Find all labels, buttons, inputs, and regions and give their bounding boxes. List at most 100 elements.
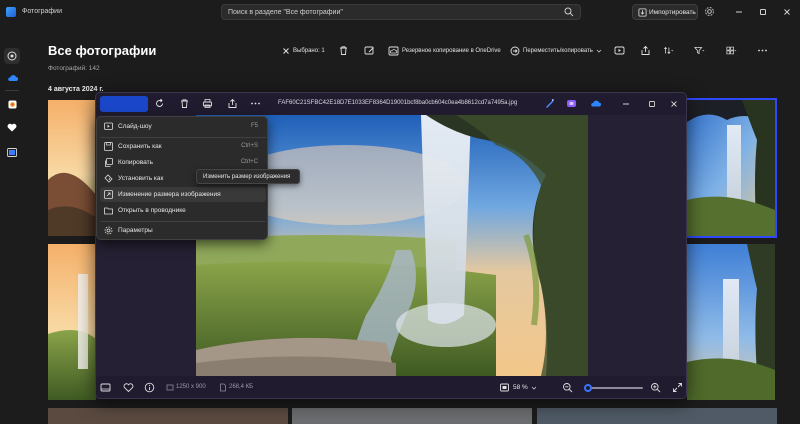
photo-thumbnail[interactable]	[292, 408, 532, 424]
nav-folders[interactable]	[4, 144, 20, 160]
gear-icon[interactable]	[704, 6, 715, 17]
zoom-value: 58 %	[513, 384, 528, 391]
maximize-icon	[649, 101, 655, 107]
save-as-icon	[104, 142, 113, 151]
photo-thumbnail[interactable]	[687, 244, 775, 400]
filmstrip-icon[interactable]	[100, 382, 111, 393]
zoom-level-dropdown[interactable]: 58 %	[513, 381, 547, 394]
menu-label: Параметры	[118, 227, 153, 234]
menu-item-slideshow[interactable]: Слайд-шоу F5	[100, 119, 266, 134]
chevron-down-icon	[596, 49, 602, 53]
photo-thumbnail[interactable]	[537, 408, 777, 424]
rotate-icon[interactable]	[154, 98, 165, 109]
nav-onedrive[interactable]	[4, 70, 20, 86]
menu-label: Сохранить как	[118, 143, 162, 150]
slideshow-icon[interactable]	[614, 45, 625, 56]
delete-icon[interactable]	[179, 98, 190, 109]
menu-label: Копировать	[118, 159, 153, 166]
photo-thumbnail[interactable]	[48, 408, 288, 424]
backup-onedrive-button[interactable]: Резервное копирование в OneDrive	[388, 45, 501, 57]
favorite-icon[interactable]	[123, 382, 134, 393]
info-icon[interactable]	[144, 382, 155, 393]
home-icon	[7, 51, 17, 61]
search-box[interactable]	[221, 4, 581, 20]
nav-divider	[5, 90, 19, 91]
menu-shortcut: F5	[250, 123, 258, 129]
move-icon	[510, 46, 520, 56]
fullscreen-icon[interactable]	[672, 382, 683, 393]
more-icon[interactable]	[757, 45, 768, 56]
onedrive-icon	[7, 75, 18, 81]
close-button[interactable]	[776, 4, 798, 20]
zoom-out-icon[interactable]	[562, 382, 573, 393]
image-filename: FAF60C21SFBC42E18D7E1033EF8364D19001bcf8…	[278, 100, 518, 106]
nav-iphone-photos[interactable]	[4, 96, 20, 112]
close-icon	[671, 101, 677, 107]
chevron-down-icon	[531, 386, 537, 390]
folders-icon	[7, 147, 17, 157]
viewer-toolbar: FAF60C21SFBC42E18D7E1033EF8364D19001bcf8…	[96, 93, 686, 115]
menu-item-save-as[interactable]: Сохранить как Ctrl+S	[100, 139, 266, 154]
clear-selection-button[interactable]: Выбрано: 1	[282, 45, 325, 57]
viewer-close-button[interactable]	[668, 98, 680, 110]
photo-thumbnail[interactable]	[48, 244, 96, 400]
print-icon[interactable]	[202, 98, 213, 109]
close-selection-icon	[283, 48, 289, 54]
copy-icon	[105, 158, 113, 167]
menu-label: Установить как	[118, 175, 164, 182]
move-copy-button[interactable]: Переместить/копировать	[510, 45, 602, 57]
filter-icon[interactable]	[694, 45, 705, 56]
tooltip-text: Изменить размер изображения	[203, 174, 291, 180]
viewer-minimize-button[interactable]	[620, 98, 632, 110]
edit-image-button[interactable]	[100, 96, 148, 112]
import-icon	[638, 8, 647, 17]
share-icon[interactable]	[640, 45, 651, 56]
maximize-icon	[760, 9, 766, 15]
menu-divider	[100, 221, 266, 222]
menu-item-copy[interactable]: Копировать Ctrl+C	[100, 155, 266, 170]
search-input[interactable]	[228, 7, 558, 18]
nav-home[interactable]	[4, 48, 20, 64]
delete-icon[interactable]	[338, 45, 349, 56]
photo-thumbnail-selected[interactable]	[685, 98, 777, 238]
nav-favorites[interactable]	[4, 119, 20, 135]
image-size-icon	[166, 384, 174, 391]
photo-thumbnail[interactable]	[48, 100, 96, 236]
menu-item-settings[interactable]: Параметры	[100, 223, 266, 238]
selected-count: Выбрано: 1	[293, 48, 325, 54]
maximize-button[interactable]	[752, 4, 774, 20]
more-icon[interactable]	[250, 98, 261, 109]
viewer-status-bar: 1250 x 900 268,4 КБ 58 %	[96, 376, 686, 398]
share-icon[interactable]	[227, 98, 238, 109]
view-icon[interactable]	[726, 45, 737, 56]
image-dimensions: 1250 x 900	[176, 384, 206, 390]
zoom-in-icon[interactable]	[650, 382, 661, 393]
clipchamp-icon[interactable]	[566, 98, 577, 109]
designer-icon[interactable]	[544, 98, 555, 109]
fit-to-window-icon[interactable]	[499, 382, 510, 393]
folder-icon	[104, 207, 113, 215]
photo-count: Фотографий: 142	[48, 65, 100, 72]
onedrive-backup-icon	[388, 46, 399, 56]
minimize-button[interactable]	[728, 4, 750, 20]
search-icon[interactable]	[564, 7, 574, 17]
minimize-icon	[623, 103, 629, 105]
menu-item-resize[interactable]: Изменение размера изображения	[100, 187, 266, 202]
photos-app-icon	[6, 7, 16, 17]
set-as-icon	[104, 174, 113, 183]
iphone-photos-icon	[7, 99, 17, 109]
move-copy-label: Переместить/копировать	[523, 48, 593, 54]
menu-divider	[100, 137, 266, 138]
zoom-slider-thumb[interactable]	[583, 384, 592, 392]
page-title: Все фотографии	[48, 43, 157, 58]
menu-label: Открыть в проводнике	[118, 207, 186, 214]
onedrive-icon[interactable]	[590, 98, 601, 109]
import-button[interactable]: Импортировать	[632, 4, 698, 20]
menu-item-open-in-explorer[interactable]: Открыть в проводнике	[100, 203, 266, 218]
edit-icon[interactable]	[364, 45, 375, 56]
import-label: Импортировать	[649, 9, 696, 16]
sort-icon[interactable]	[663, 45, 674, 56]
viewer-maximize-button[interactable]	[646, 98, 658, 110]
menu-label: Изменение размера изображения	[118, 191, 221, 198]
zoom-slider-track[interactable]	[585, 387, 643, 389]
